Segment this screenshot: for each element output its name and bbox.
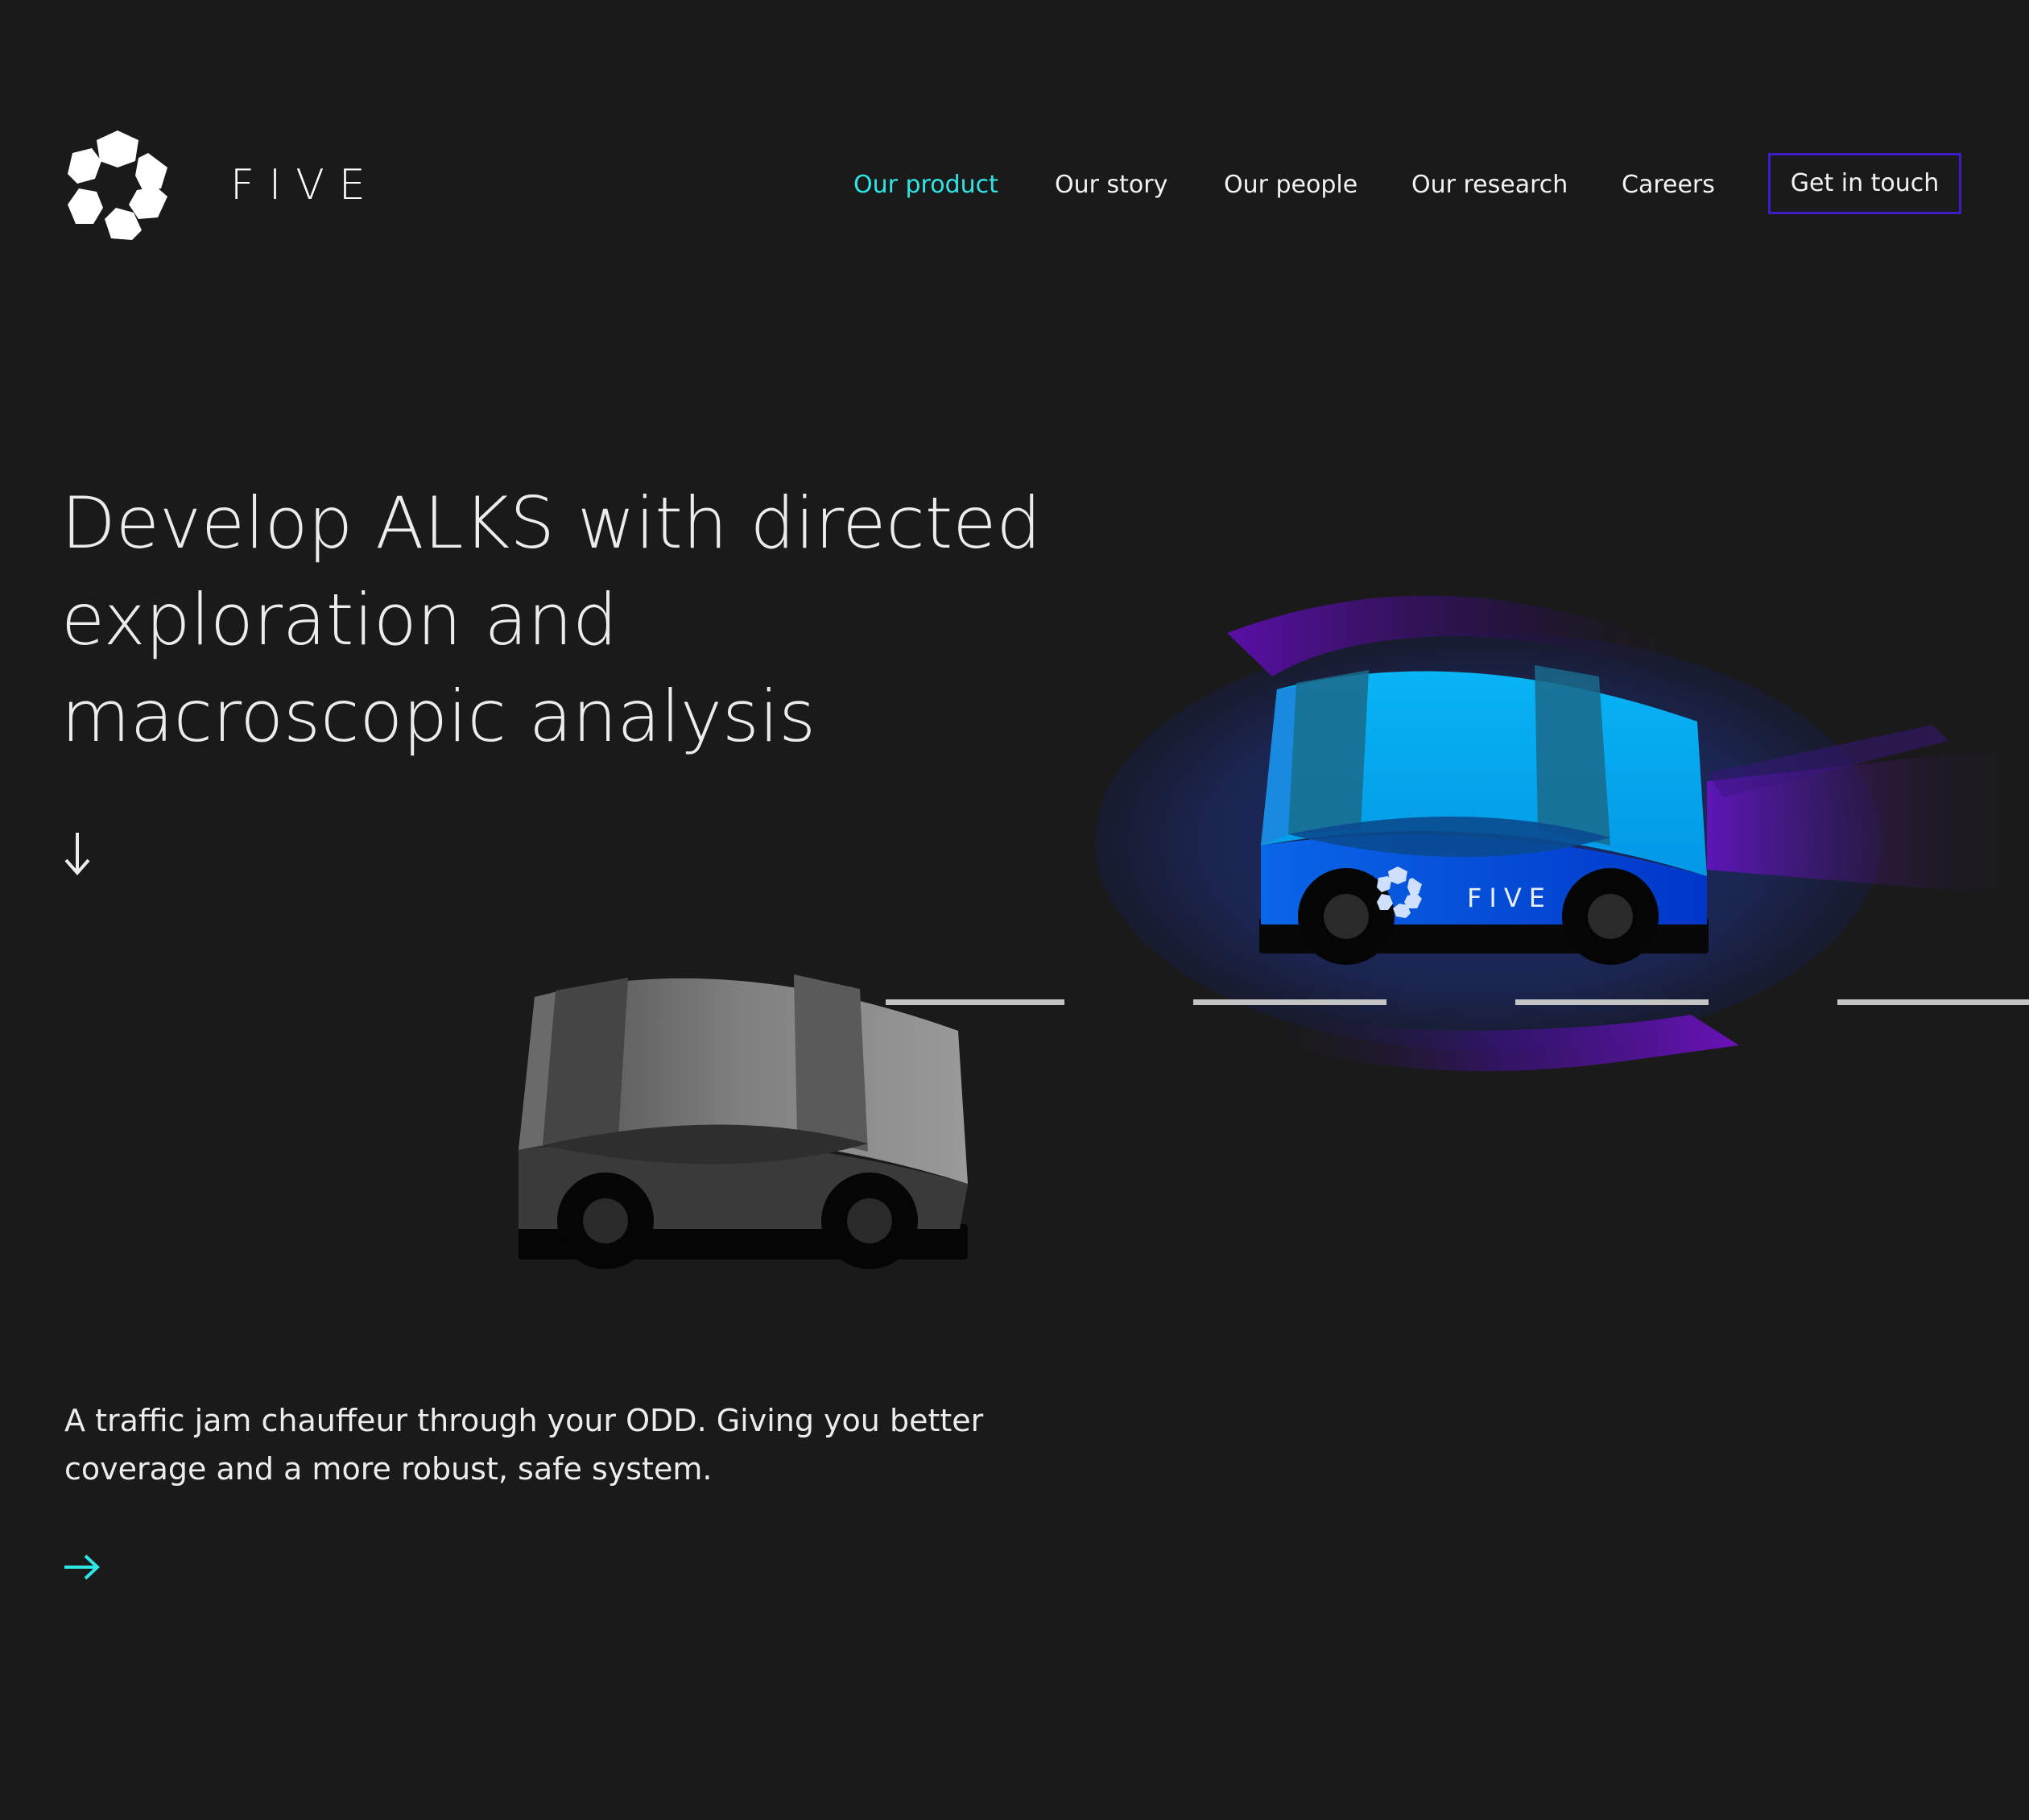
autonomous-car: FIVE (1259, 665, 1709, 965)
nav-item-our-product[interactable]: Our product (853, 155, 998, 216)
tagline-line: coverage and a more robust, safe system. (64, 1451, 713, 1487)
manual-car (519, 974, 968, 1269)
main-nav: Our product Our story Our people Our res… (0, 155, 2029, 216)
get-in-touch-button[interactable]: Get in touch (1768, 153, 1961, 214)
nav-item-our-story[interactable]: Our story (1055, 155, 1167, 216)
car-badge-text: FIVE (1467, 883, 1552, 913)
nav-item-our-people[interactable]: Our people (1224, 155, 1357, 216)
nav-item-careers[interactable]: Careers (1622, 155, 1715, 216)
product-tagline: A traffic jam chauffeur through your ODD… (64, 1396, 1031, 1493)
nav-item-our-research[interactable]: Our research (1411, 155, 1568, 216)
headline-line: Develop ALKS with directed (61, 482, 1042, 565)
hero-illustration: FIVE (519, 595, 2029, 1269)
tagline-line: A traffic jam chauffeur through your ODD… (64, 1403, 984, 1438)
arrow-right-icon[interactable] (63, 1553, 100, 1582)
